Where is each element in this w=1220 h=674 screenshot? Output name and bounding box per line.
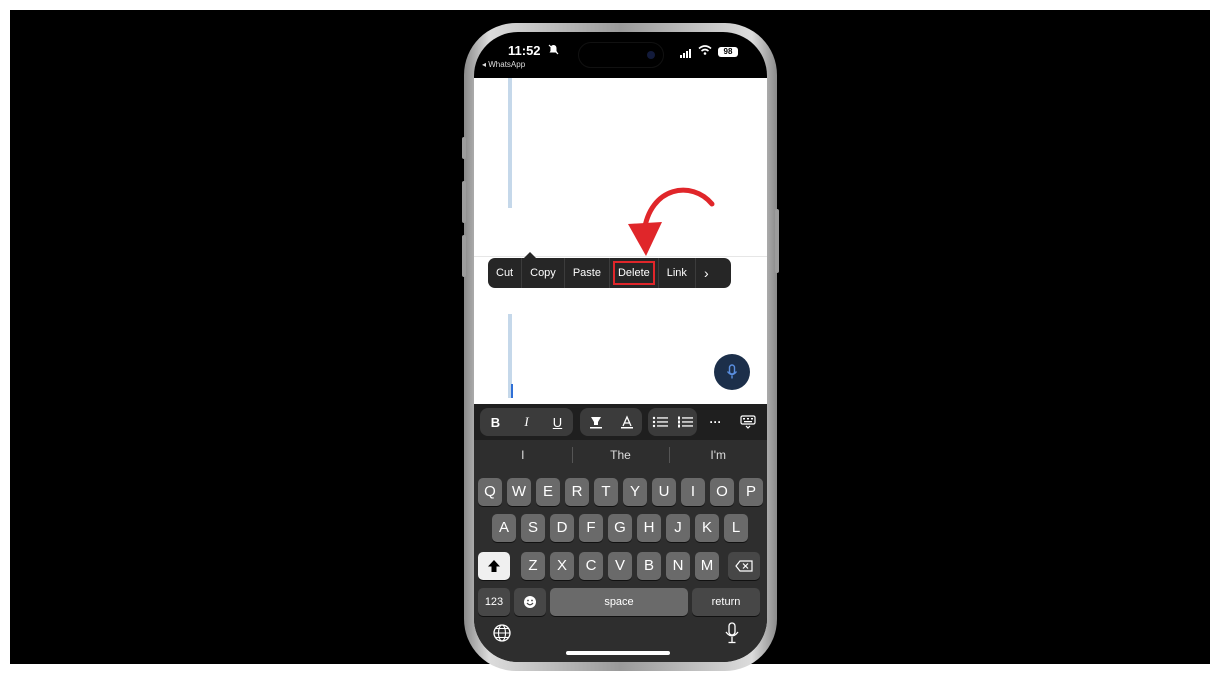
suggestion-3[interactable]: I'm xyxy=(669,440,767,470)
text-color-icon xyxy=(620,415,633,429)
phone-frame: 11:52 ◂ WhatsApp 98 Cut Copy Paste Delet… xyxy=(462,23,779,671)
key-y[interactable]: Y xyxy=(623,478,647,506)
back-to-whatsapp-link[interactable]: ◂ WhatsApp xyxy=(482,60,525,69)
emoji-icon xyxy=(524,596,536,608)
wifi-icon xyxy=(698,45,712,55)
status-time: 11:52 xyxy=(508,43,541,58)
bullet-list-icon xyxy=(653,416,669,428)
video-frame: 11:52 ◂ WhatsApp 98 Cut Copy Paste Delet… xyxy=(10,10,1210,671)
action-button xyxy=(462,137,466,159)
key-p[interactable]: P xyxy=(739,478,763,506)
more-options-button[interactable]: ··· xyxy=(700,408,731,436)
predictive-bar: I The I'm xyxy=(474,440,767,470)
space-key[interactable]: space xyxy=(550,588,688,616)
key-g[interactable]: G xyxy=(608,514,632,542)
key-e[interactable]: E xyxy=(536,478,560,506)
dictation-button[interactable] xyxy=(714,354,750,390)
microphone-icon xyxy=(726,364,738,379)
key-t[interactable]: T xyxy=(594,478,618,506)
text-style-group: B I U xyxy=(480,408,573,436)
bullet-list-button[interactable] xyxy=(648,408,673,436)
key-m[interactable]: M xyxy=(695,552,719,580)
key-n[interactable]: N xyxy=(666,552,690,580)
menu-delete[interactable]: Delete xyxy=(610,258,658,288)
key-a[interactable]: A xyxy=(492,514,516,542)
menu-paste[interactable]: Paste xyxy=(565,258,609,288)
document-canvas[interactable]: Cut Copy Paste Delete Link › xyxy=(474,78,767,404)
key-l[interactable]: L xyxy=(724,514,748,542)
menu-link[interactable]: Link xyxy=(659,258,695,288)
color-group xyxy=(580,408,642,436)
key-s[interactable]: S xyxy=(521,514,545,542)
underline-button[interactable]: U xyxy=(542,408,573,436)
volume-down-button xyxy=(462,235,466,277)
phone-screen: 11:52 ◂ WhatsApp 98 Cut Copy Paste Delet… xyxy=(474,32,767,662)
shift-arrow-icon xyxy=(488,560,500,572)
key-k[interactable]: K xyxy=(695,514,719,542)
page-divider xyxy=(474,256,767,257)
suggestion-2[interactable]: The xyxy=(571,440,670,470)
numbers-key[interactable]: 123 xyxy=(478,588,510,616)
backspace-key[interactable] xyxy=(728,552,760,580)
camera-icon xyxy=(647,51,655,59)
key-j[interactable]: J xyxy=(666,514,690,542)
globe-key[interactable] xyxy=(492,623,512,643)
selection-highlight-top xyxy=(508,78,512,208)
bold-button[interactable]: B xyxy=(480,408,511,436)
edit-context-menu: Cut Copy Paste Delete Link › xyxy=(488,252,731,288)
backspace-icon xyxy=(735,560,753,572)
text-cursor xyxy=(511,384,513,398)
suggestion-1[interactable]: I xyxy=(474,440,572,470)
status-bar: 11:52 ◂ WhatsApp 98 xyxy=(474,32,767,78)
globe-icon xyxy=(493,624,511,642)
menu-more-button[interactable]: › xyxy=(696,258,717,288)
emoji-key[interactable] xyxy=(514,588,546,616)
red-arrow-annotation xyxy=(628,187,715,256)
menu-copy[interactable]: Copy xyxy=(522,258,564,288)
text-color-button[interactable] xyxy=(611,408,642,436)
formatting-toolbar: B I U ··· xyxy=(474,404,767,440)
battery-icon: 98 xyxy=(718,47,738,57)
keyboard-microphone-icon xyxy=(725,622,739,644)
highlighter-icon xyxy=(589,417,602,429)
key-z[interactable]: Z xyxy=(521,552,545,580)
home-indicator xyxy=(566,651,670,655)
key-f[interactable]: F xyxy=(579,514,603,542)
numbered-list-icon xyxy=(677,416,693,428)
keyboard: I The I'm Q W E R T Y U I O P A S D F G … xyxy=(474,440,767,662)
return-key[interactable]: return xyxy=(692,588,760,616)
key-c[interactable]: C xyxy=(579,552,603,580)
volume-up-button xyxy=(462,181,466,223)
keyboard-dismiss-icon xyxy=(739,415,756,429)
italic-button[interactable]: I xyxy=(511,408,542,436)
key-b[interactable]: B xyxy=(637,552,661,580)
key-h[interactable]: H xyxy=(637,514,661,542)
dynamic-island xyxy=(578,42,664,68)
dictation-key[interactable] xyxy=(724,622,740,644)
menu-cut[interactable]: Cut xyxy=(488,258,521,288)
shift-key[interactable] xyxy=(478,552,510,580)
key-d[interactable]: D xyxy=(550,514,574,542)
silent-bell-icon xyxy=(548,44,559,55)
key-q[interactable]: Q xyxy=(478,478,502,506)
highlighter-button[interactable] xyxy=(580,408,611,436)
numbered-list-button[interactable] xyxy=(673,408,698,436)
key-w[interactable]: W xyxy=(507,478,531,506)
key-i[interactable]: I xyxy=(681,478,705,506)
cellular-signal-icon xyxy=(680,49,691,58)
list-group xyxy=(648,408,697,436)
key-x[interactable]: X xyxy=(550,552,574,580)
power-button xyxy=(775,209,779,273)
key-r[interactable]: R xyxy=(565,478,589,506)
key-o[interactable]: O xyxy=(710,478,734,506)
dismiss-keyboard-button[interactable] xyxy=(732,408,763,436)
key-v[interactable]: V xyxy=(608,552,632,580)
key-u[interactable]: U xyxy=(652,478,676,506)
